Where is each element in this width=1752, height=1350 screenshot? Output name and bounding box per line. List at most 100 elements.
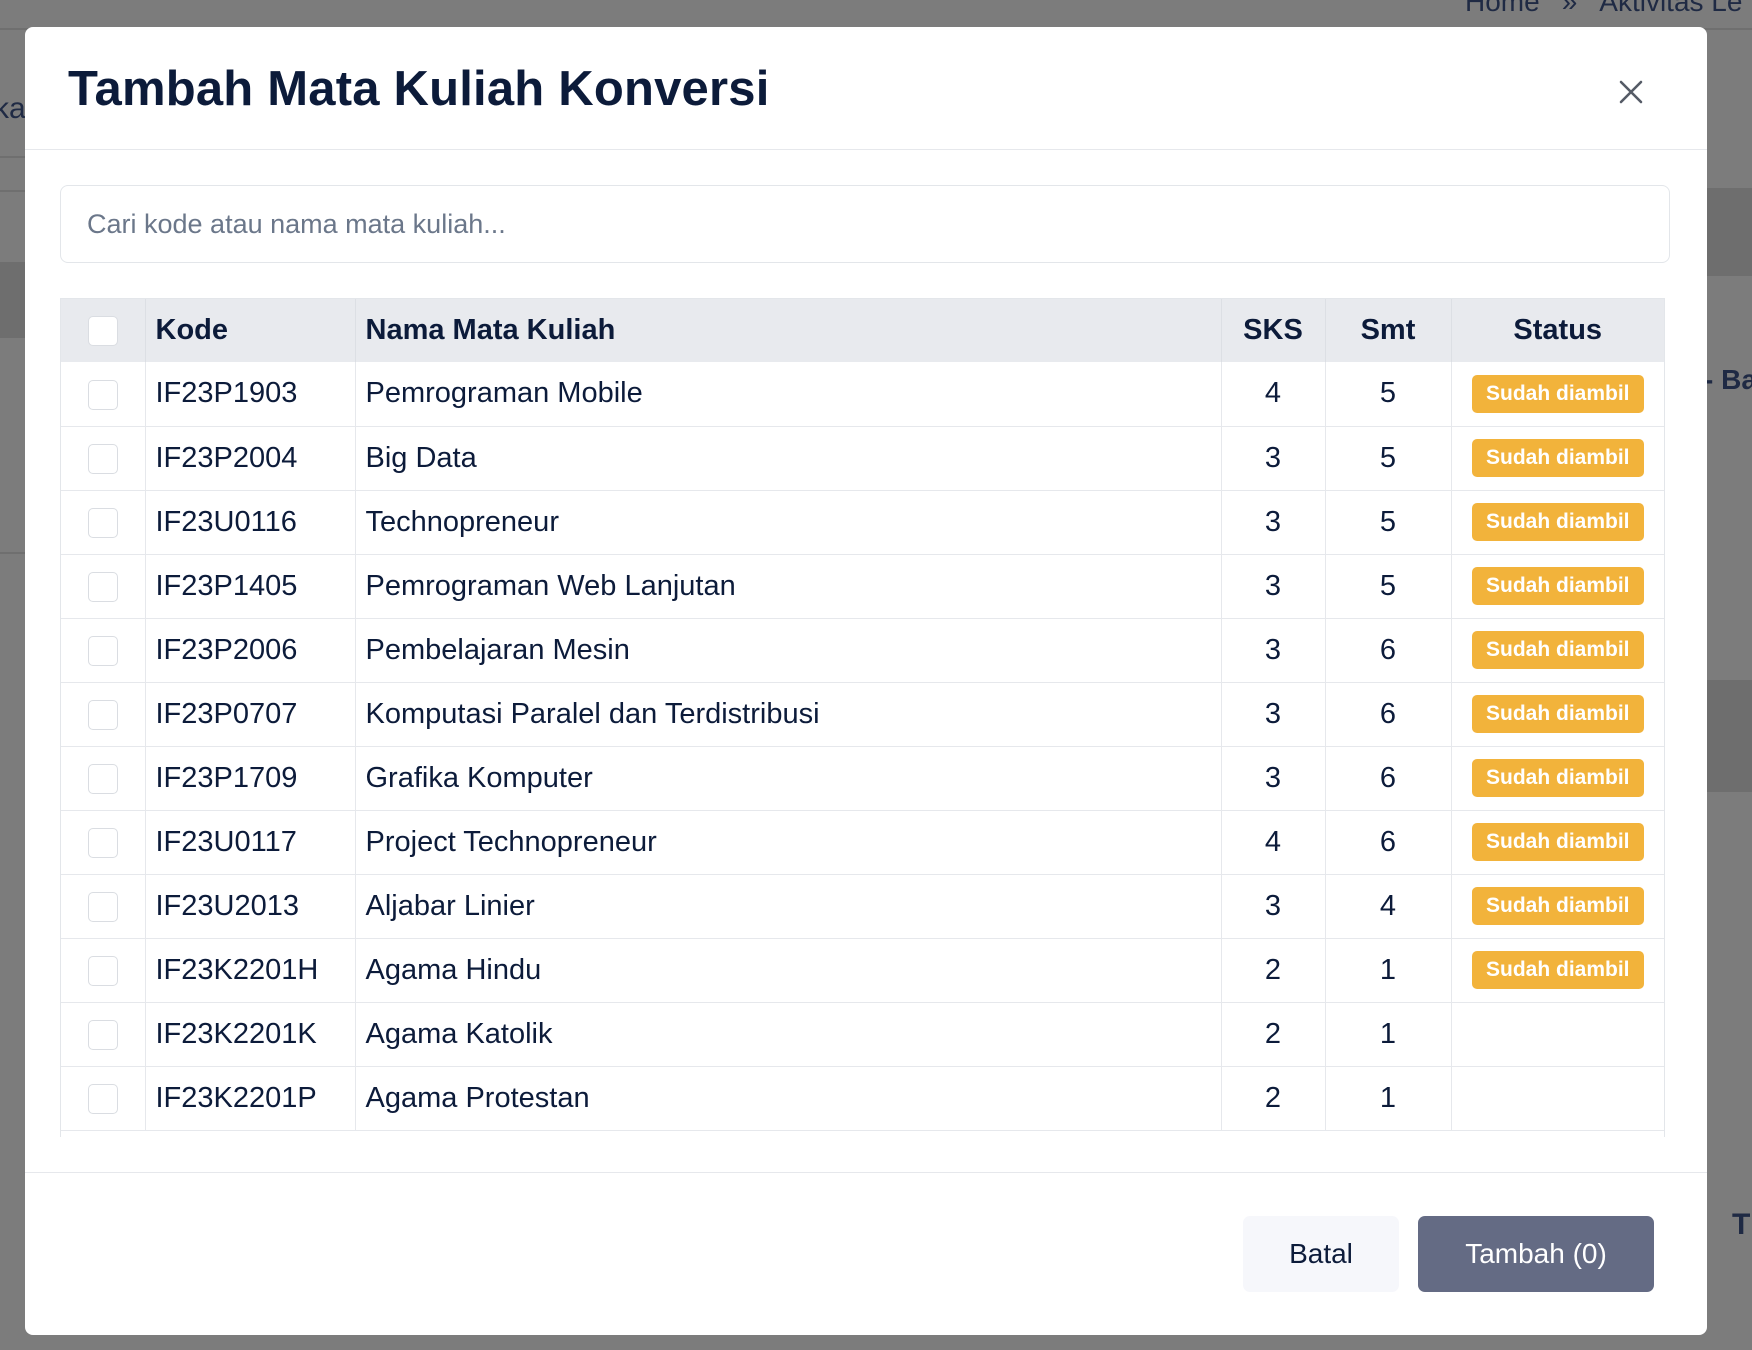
course-sks: 4 [1221,810,1326,874]
course-semester: 6 [1325,682,1452,746]
add-course-modal: Tambah Mata Kuliah Konversi Kode Nama Ma… [25,27,1707,1335]
row-select-cell [61,874,146,938]
course-code: IF23P1709 [145,746,356,810]
table-header-row: Kode Nama Mata Kuliah SKS Smt Status [61,299,1664,362]
course-name: Agama Protestan [355,1066,1222,1130]
course-name: Big Data [355,426,1222,490]
table-row[interactable]: IF23P2004 Big Data 3 5 Sudah diambil [61,426,1664,490]
status-badge: Sudah diambil [1471,695,1644,733]
row-checkbox[interactable] [87,635,118,666]
course-name: Project Technopreneur [355,810,1222,874]
table-row[interactable]: IF23P1709 Grafika Komputer 3 6 Sudah diambil [61,746,1664,810]
course-code: IF23P0707 [145,682,356,746]
course-semester: 1 [1325,1066,1452,1130]
status-badge: Sudah diambil [1471,759,1644,797]
course-name: Pemrograman Mobile [355,362,1222,426]
row-select-cell [61,746,146,810]
course-status-cell: Sudah diambil [1451,682,1664,746]
header-select-cell [61,299,146,362]
table-row[interactable]: IF23U0116 Technopreneur 3 5 Sudah diambil [61,490,1664,554]
course-name: Grafika Komputer [355,746,1222,810]
row-checkbox[interactable] [87,891,118,922]
course-code: IF23K2201K [145,1002,356,1066]
table-row[interactable]: IF23P2006 Pembelajaran Mesin 3 6 Sudah diamb… [61,618,1664,682]
row-checkbox[interactable] [87,379,118,410]
row-checkbox[interactable] [87,827,118,858]
course-code: IF23K2201H [145,938,356,1002]
column-header-sks: SKS [1221,299,1326,362]
course-code: IF23P1903 [145,362,356,426]
row-checkbox[interactable] [87,507,118,538]
status-badge: Sudah diambil [1471,567,1644,605]
course-code: IF23P2004 [145,426,356,490]
bg-panel [1706,188,1752,276]
bg-divider [0,552,26,554]
close-icon [1619,80,1643,104]
column-header-status: Status [1513,314,1603,346]
course-name: Pemrograman Web Lanjutan [355,554,1222,618]
row-select-cell [61,362,146,426]
course-sks: 3 [1221,426,1326,490]
row-checkbox[interactable] [87,1083,118,1114]
course-sks: 4 [1221,362,1326,426]
course-semester: 5 [1325,490,1452,554]
add-button[interactable]: Tambah (0) [1418,1216,1654,1292]
row-checkbox[interactable] [87,955,118,986]
course-code: IF23U0116 [145,490,356,554]
table-row[interactable]: IF23K2201P Agama Protestan 2 1 [61,1066,1664,1130]
search-input[interactable] [60,185,1670,263]
course-status-cell: Sudah diambil [1451,746,1664,810]
row-checkbox[interactable] [87,699,118,730]
row-checkbox[interactable] [87,1019,118,1050]
table-row[interactable]: IF23P0707 Komputasi Paralel dan Terdistri… [61,682,1664,746]
row-checkbox[interactable] [87,571,118,602]
status-badge: Sudah diambil [1471,887,1644,925]
table-row[interactable]: IF23U0117 Project Technopreneur 4 6 Sudah di… [61,810,1664,874]
table-row[interactable]: IF23U2013 Aljabar Linier 3 4 Sudah diambil [61,874,1664,938]
column-header-kode: Kode [145,299,356,362]
bg-panel [0,262,26,338]
course-name: Pembelajaran Mesin [355,618,1222,682]
course-status-cell: Sudah diambil [1451,426,1664,490]
table-row[interactable]: IF23K2201K Agama Katolik 2 1 [61,1002,1664,1066]
course-name: Aljabar Linier [355,874,1222,938]
modal-header: Tambah Mata Kuliah Konversi [25,27,1707,150]
course-semester: 6 [1325,618,1452,682]
table-row[interactable]: IF23K2201H Agama Hindu 2 1 Sudah diambil [61,938,1664,1002]
row-select-cell [61,618,146,682]
course-table-container[interactable]: Kode Nama Mata Kuliah SKS Smt Status IF2… [60,298,1665,1137]
course-name: Technopreneur [355,490,1222,554]
course-code: IF23U2013 [145,874,356,938]
course-sks: 3 [1221,554,1326,618]
status-badge: Sudah diambil [1471,951,1644,989]
course-semester: 1 [1325,1002,1452,1066]
close-button[interactable] [1611,72,1651,112]
row-select-cell [61,490,146,554]
select-all-checkbox[interactable] [87,316,118,347]
course-status-cell: Sudah diambil [1451,938,1664,1002]
background-breadcrumb: Home » Aktivitas Le [1465,0,1742,18]
bg-divider [0,156,26,158]
status-badge: Sudah diambil [1471,374,1644,413]
table-row[interactable]: IF23P1903 Pemrograman Mobile 4 5 Sudah diamb… [61,362,1664,426]
course-status-cell: Sudah diambil [1451,874,1664,938]
row-select-cell [61,938,146,1002]
course-semester: 6 [1325,810,1452,874]
course-status-cell [1451,1002,1664,1066]
row-checkbox[interactable] [87,763,118,794]
column-header-nama: Nama Mata Kuliah [355,299,1222,362]
background-text-fragment: - Ba [1704,364,1752,395]
breadcrumb-current: Aktivitas Le [1599,0,1743,17]
row-select-cell [61,1002,146,1066]
course-code: IF23K2201P [145,1066,356,1130]
row-select-cell [61,554,146,618]
course-semester: 1 [1325,938,1452,1002]
cancel-button[interactable]: Batal [1243,1216,1399,1292]
background-text-fragment: T [1732,1208,1751,1241]
row-checkbox[interactable] [87,443,118,474]
bg-divider [0,190,26,192]
course-semester: 5 [1325,554,1452,618]
table-row[interactable]: IF23P1405 Pemrograman Web Lanjutan 3 5 Sudah… [61,554,1664,618]
status-badge: Sudah diambil [1471,823,1644,861]
modal-title: Tambah Mata Kuliah Konversi [68,62,770,116]
